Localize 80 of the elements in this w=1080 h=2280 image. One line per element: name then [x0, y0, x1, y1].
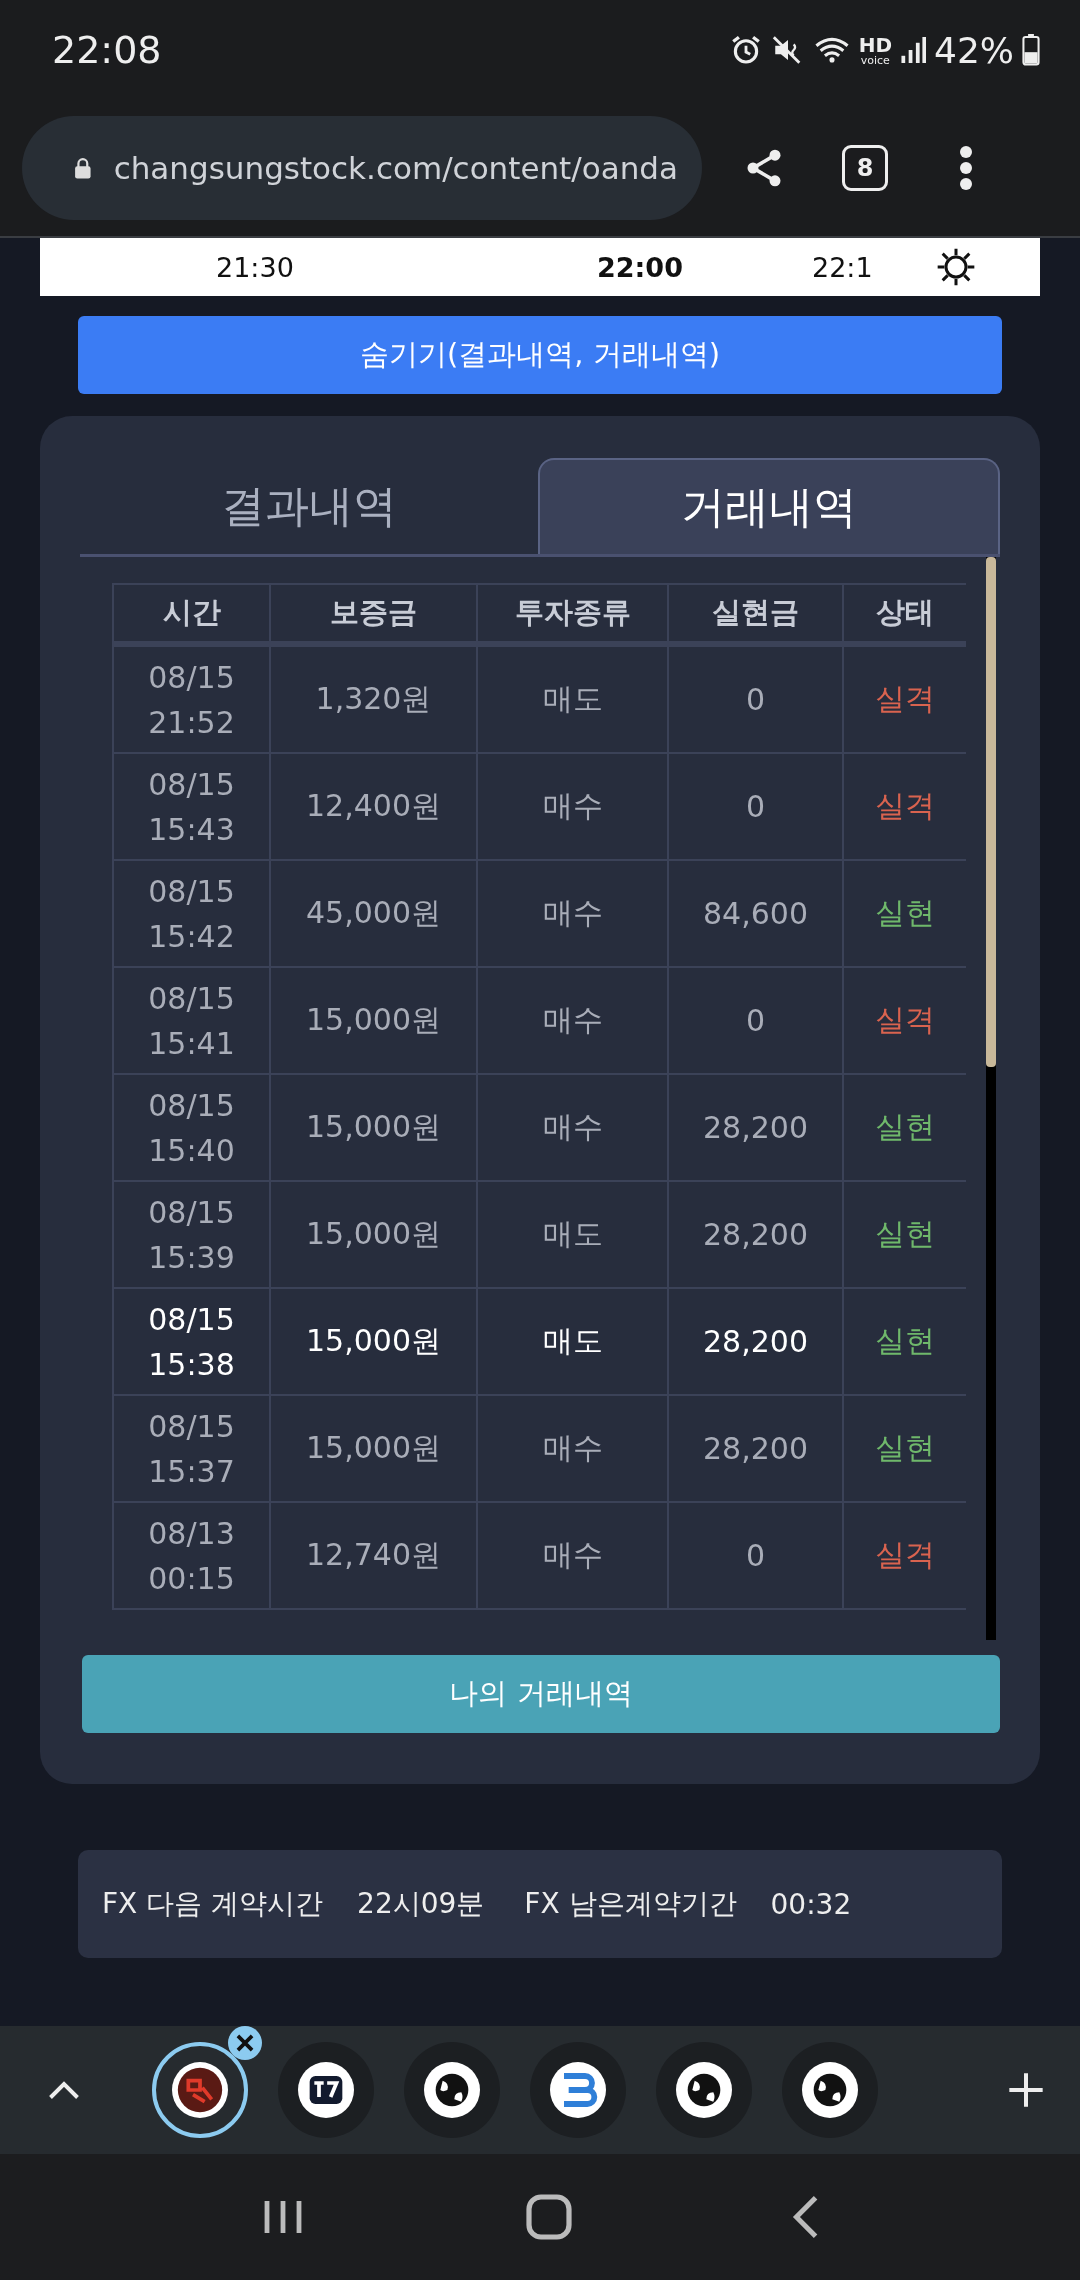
tab[interactable]: 결과내역: [80, 458, 538, 554]
table-cell: 12,740원: [271, 1503, 478, 1610]
address-field[interactable]: changsungstock.com/content/oanda: [22, 116, 702, 220]
info-label: FX 남은계약기간: [524, 1886, 737, 1922]
tab[interactable]: 거래내역: [538, 458, 1000, 554]
table-cell: 28,200: [669, 1396, 844, 1503]
home-icon[interactable]: [525, 2193, 573, 2241]
info-label: FX 다음 계약시간: [102, 1886, 324, 1922]
status-text: 실현: [875, 1108, 935, 1146]
column-header: 상태: [844, 585, 966, 643]
emblem-icon: [172, 2062, 228, 2118]
status-text: 실격: [875, 1536, 935, 1574]
status-text: 실격: [875, 680, 935, 718]
table-cell: 08/15 15:43: [114, 754, 271, 861]
clock: 22:08: [52, 28, 162, 72]
table-cell: 15,000원: [271, 1182, 478, 1289]
table-cell: 0: [669, 968, 844, 1075]
table-cell: 08/15 15:41: [114, 968, 271, 1075]
table-cell: 08/13 00:15: [114, 1503, 271, 1610]
table-cell: 0: [669, 1503, 844, 1610]
status-text: 실현: [875, 1429, 935, 1467]
battery-icon: [1022, 34, 1040, 66]
globe-icon: [802, 2062, 858, 2118]
globe-icon: [424, 2062, 480, 2118]
info-value: 00:32: [770, 1887, 852, 1921]
sun-icon[interactable]: [936, 247, 976, 287]
time-label: 22:1: [812, 251, 873, 283]
table-cell: 매수: [478, 1075, 669, 1182]
status-text: 실격: [875, 1001, 935, 1039]
table-cell: 84,600: [669, 861, 844, 968]
status-text: 실현: [875, 1322, 935, 1360]
network-label: HD voice: [858, 34, 892, 66]
globe-icon: [676, 2062, 732, 2118]
scrollbar[interactable]: [986, 557, 996, 1640]
status-text: 실격: [875, 787, 935, 825]
column-header: 시간: [114, 585, 271, 643]
table-cell: 28,200: [669, 1182, 844, 1289]
table-cell: 매도: [478, 1182, 669, 1289]
table-cell: 28,200: [669, 1289, 844, 1396]
info-value: 22시09분: [357, 1886, 485, 1922]
column-header: 실현금: [669, 585, 844, 643]
table-cell: 15,000원: [271, 968, 478, 1075]
table-cell: 매수: [478, 861, 669, 968]
table-cell: 0: [669, 754, 844, 861]
table-cell: 12,400원: [271, 754, 478, 861]
table-cell: 15,000원: [271, 1289, 478, 1396]
column-header: 투자종류: [478, 585, 669, 643]
close-icon[interactable]: [228, 2026, 262, 2060]
table-cell: 08/15 15:37: [114, 1396, 271, 1503]
table-cell: 08/15 15:38: [114, 1289, 271, 1396]
signal-icon: [900, 35, 926, 65]
more-menu-icon[interactable]: [958, 144, 974, 192]
table-cell: 45,000원: [271, 861, 478, 968]
app-tab-button[interactable]: [152, 2042, 248, 2138]
add-icon[interactable]: [1006, 2070, 1046, 2110]
status-text: 실현: [875, 894, 935, 932]
table-cell: 28,200: [669, 1075, 844, 1182]
table-cell: 08/15 15:39: [114, 1182, 271, 1289]
table-cell: 매도: [478, 1289, 669, 1396]
table-cell: 15,000원: [271, 1075, 478, 1182]
tab-count-button[interactable]: 8: [842, 145, 888, 191]
striped-circle-icon: [550, 2062, 606, 2118]
table-cell: 08/15 15:42: [114, 861, 271, 968]
column-header: 보증금: [271, 585, 478, 643]
table-cell: 15,000원: [271, 1396, 478, 1503]
table-cell: 08/15 21:52: [114, 647, 271, 754]
table-cell: 매수: [478, 1396, 669, 1503]
table-cell: 1,320원: [271, 647, 478, 754]
table-cell: 매수: [478, 1503, 669, 1610]
table-cell: 08/15 15:40: [114, 1075, 271, 1182]
square-logo-icon: [298, 2062, 354, 2118]
time-label: 22:00: [597, 251, 683, 283]
table-cell: 매수: [478, 968, 669, 1075]
battery-percent: 42%: [934, 29, 1014, 71]
table-cell: 매수: [478, 754, 669, 861]
table-cell: 0: [669, 647, 844, 754]
table-cell: 매도: [478, 647, 669, 754]
status-text: 실현: [875, 1215, 935, 1253]
hide-button[interactable]: 숨기기(결과내역, 거래내역): [78, 316, 1002, 394]
time-label: 21:30: [216, 251, 294, 283]
